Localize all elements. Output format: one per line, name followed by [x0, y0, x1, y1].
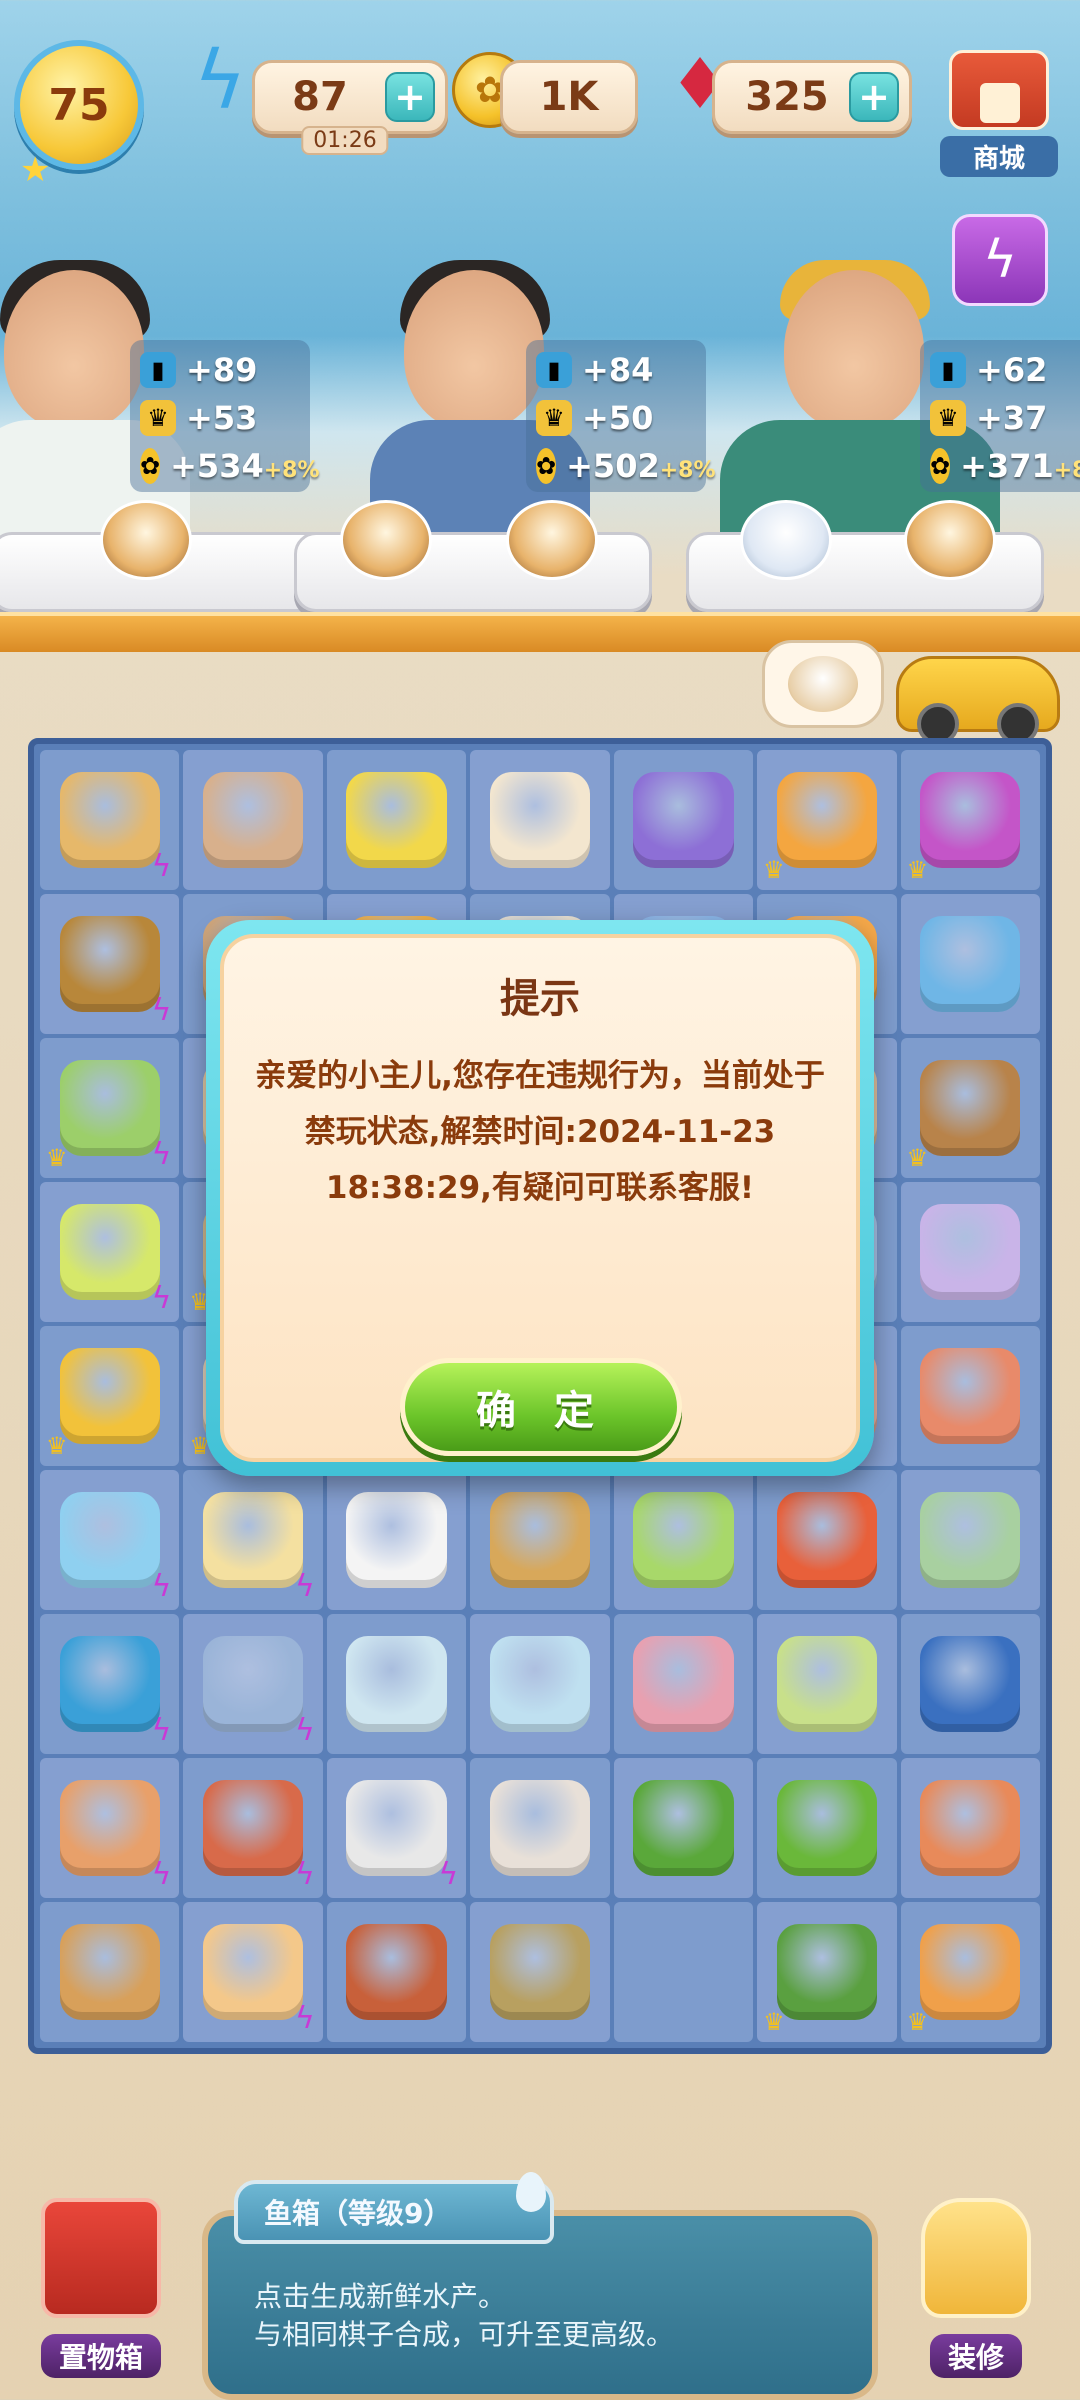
decorate-label: 装修	[929, 2334, 1023, 2378]
notice-dialog: 提示 亲爱的小主儿,您存在违规行为，当前处于 禁玩状态,解禁时间:2024-11…	[206, 920, 874, 1476]
confirm-button[interactable]: 确 定	[400, 1358, 682, 1456]
decorate-icon	[921, 2198, 1031, 2318]
item-name: 鱼箱（等级9）	[264, 2197, 452, 2230]
dialog-message-line: 禁玩状态,解禁时间:2024-11-23	[304, 1114, 776, 1150]
info-drop-icon[interactable]	[516, 2172, 546, 2212]
storage-box-button[interactable]: 置物箱	[34, 2198, 168, 2378]
dialog-message: 亲爱的小主儿,您存在违规行为，当前处于 禁玩状态,解禁时间:2024-11-23…	[240, 1048, 840, 1216]
dialog-message-line: 亲爱的小主儿,您存在违规行为，当前处于	[255, 1058, 825, 1094]
item-description: 点击生成新鲜水产。 与相同棋子合成，可升至更高级。	[254, 2278, 674, 2354]
item-description-line: 点击生成新鲜水产。	[254, 2280, 507, 2313]
bottom-bar: 置物箱 鱼箱（等级9） 点击生成新鲜水产。 与相同棋子合成，可升至更高级。 装修	[0, 2160, 1080, 2400]
notice-dialog-body: 提示 亲爱的小主儿,您存在违规行为，当前处于 禁玩状态,解禁时间:2024-11…	[220, 934, 860, 1462]
storage-box-label: 置物箱	[40, 2334, 162, 2378]
dialog-message-line: 18:38:29,有疑问可联系客服!	[325, 1170, 755, 1206]
item-name-tab: 鱼箱（等级9）	[234, 2180, 554, 2244]
item-description-line: 与相同棋子合成，可升至更高级。	[254, 2318, 675, 2351]
decorate-button[interactable]: 装修	[906, 2198, 1046, 2378]
storage-box-icon	[41, 2198, 161, 2318]
dialog-title: 提示	[500, 976, 580, 1022]
confirm-label: 确 定	[476, 1388, 606, 1434]
